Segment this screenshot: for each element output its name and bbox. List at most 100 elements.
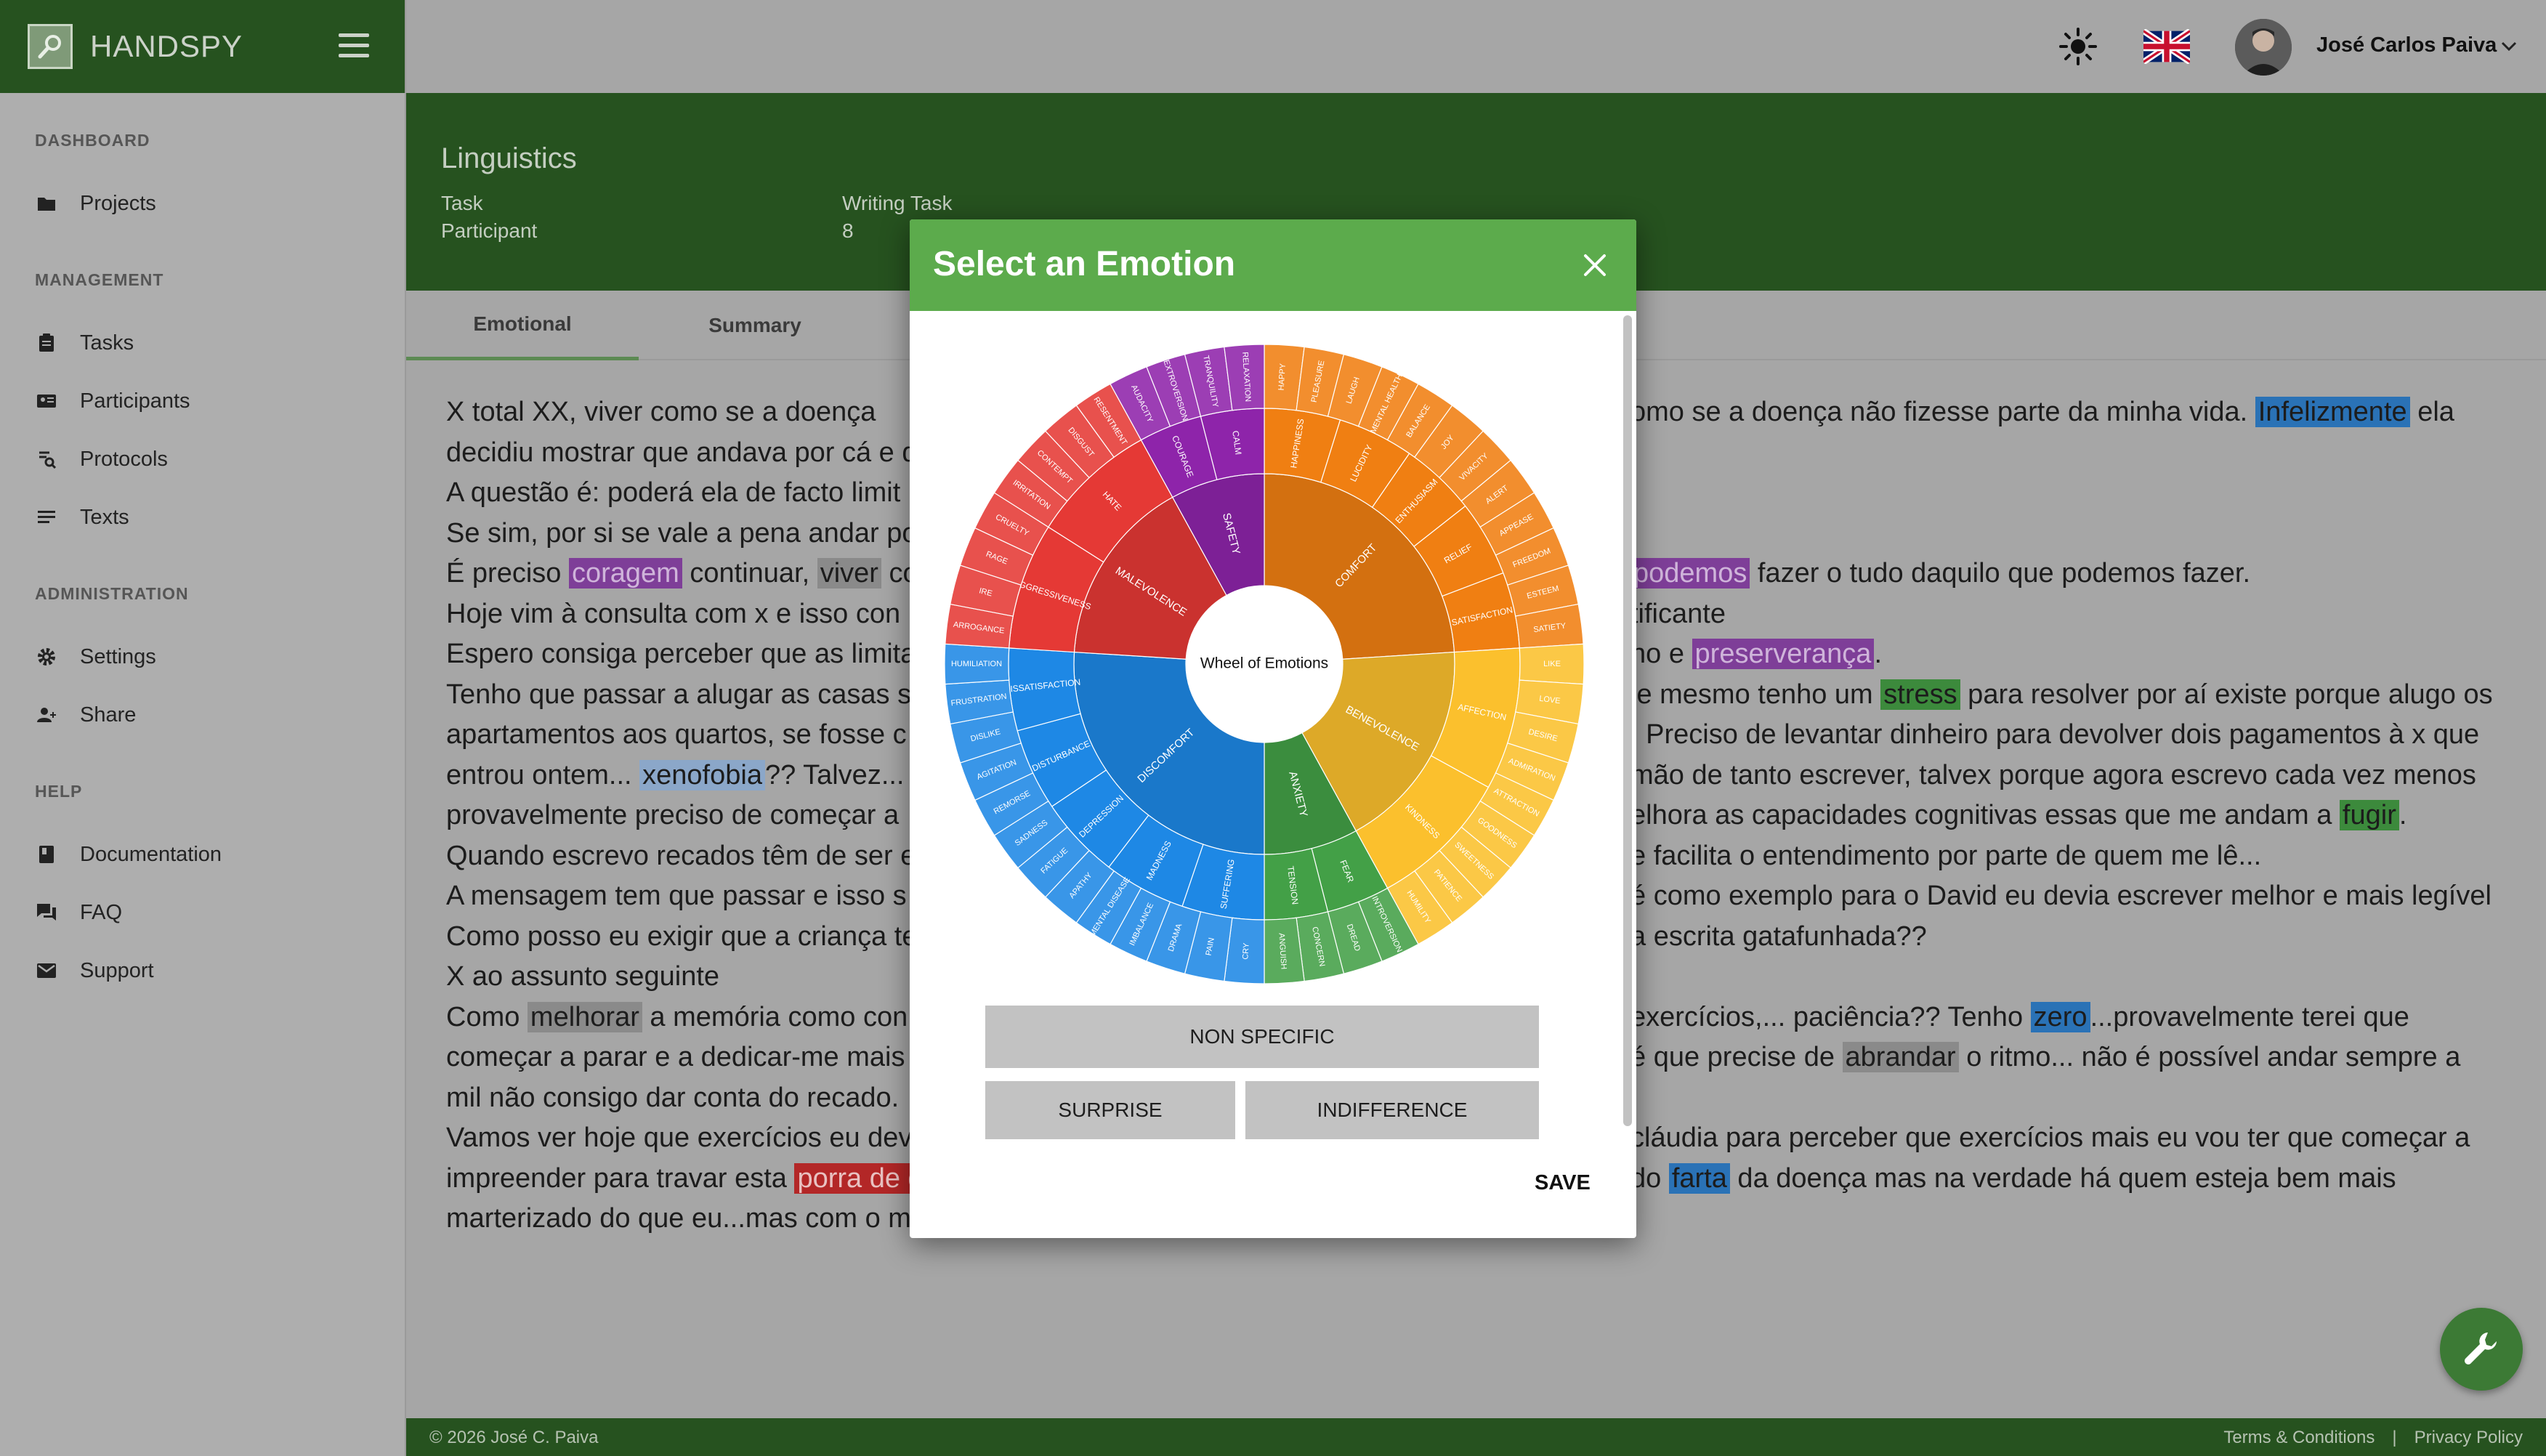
text-line[interactable]: Se sim, por si se vale a pena andar po: [446, 514, 918, 554]
text-segment: entrou ontem...: [446, 759, 640, 790]
protocol-icon: [35, 448, 58, 471]
text-line[interactable]: mil não consigo dar conta do recado.: [446, 1078, 899, 1119]
wheel-outer-segment[interactable]: LIKE: [1519, 643, 1585, 685]
sidebar-item-documentation[interactable]: Documentation: [35, 833, 384, 876]
tab-summary[interactable]: Summary: [639, 291, 871, 360]
emotion-highlight[interactable]: melhorar: [527, 1001, 642, 1032]
close-icon[interactable]: [1583, 253, 1607, 278]
text-line[interactable]: apartamentos aos quartos, se fosse c: [446, 715, 907, 756]
text-line-continued[interactable]: tificante: [1630, 594, 1726, 635]
sidebar-item-protocols[interactable]: Protocols: [35, 437, 384, 481]
text-segment: ?? Talvez...: [764, 759, 905, 790]
sidebar-item-participants[interactable]: Participants: [35, 379, 384, 423]
text-line-continued[interactable]: cláudia para perceber que exercícios mai…: [1630, 1118, 2470, 1159]
text-line[interactable]: entrou ontem... xenofobia?? Talvez...: [446, 756, 905, 796]
theme-toggle-sun-icon[interactable]: [2059, 28, 2097, 65]
participant-label: Participant: [441, 219, 538, 242]
text-line-continued[interactable]: elhora as capacidades cognitivas essas q…: [1630, 796, 2406, 836]
surprise-button[interactable]: SURPRISE: [985, 1081, 1235, 1139]
uk-flag-icon[interactable]: [2143, 29, 2190, 64]
text-segment: apartamentos aos quartos, se fosse c: [446, 719, 907, 750]
id-card-icon: [35, 389, 58, 413]
text-segment: impreender para travar esta: [446, 1162, 795, 1194]
text-line[interactable]: Hoje vim à consulta com x e isso con: [446, 594, 900, 635]
text-line[interactable]: Quando escrevo recados têm de ser e: [446, 836, 916, 877]
sidebar-item-texts[interactable]: Texts: [35, 496, 384, 539]
text-line[interactable]: marterizado do que eu...mas com o m: [446, 1199, 911, 1239]
text-line[interactable]: começar a parar e a dedicar-me mais: [446, 1038, 905, 1078]
footer: © 2026 José C. Paiva Terms & Conditions …: [406, 1418, 2546, 1456]
emotion-highlight[interactable]: podemos: [1630, 558, 1750, 589]
text-line-continued[interactable]: exercícios,... paciência?? Tenho zero...…: [1630, 998, 2409, 1038]
text-line-continued[interactable]: omo se a doença não fizesse parte da min…: [1630, 392, 2454, 433]
text-line[interactable]: X total XX, viver como se a doença: [446, 392, 876, 433]
avatar[interactable]: [2235, 19, 2292, 76]
menu-toggle-icon[interactable]: [339, 33, 369, 58]
tab-emotional[interactable]: Emotional: [406, 291, 639, 360]
emotion-highlight[interactable]: xenofobia: [639, 759, 765, 790]
user-name[interactable]: José Carlos Paiva: [2316, 33, 2497, 57]
emotion-highlight[interactable]: porra de d: [794, 1162, 926, 1194]
text-line[interactable]: Vamos ver hoje que exercícios eu dev: [446, 1118, 912, 1159]
text-line[interactable]: Tenho que passar a alugar as casas s: [446, 675, 911, 716]
logo[interactable]: [28, 24, 73, 69]
emotion-highlight[interactable]: coragem: [568, 558, 682, 589]
terms-link[interactable]: Terms & Conditions: [2223, 1428, 2375, 1448]
text-line[interactable]: Espero consiga perceber que as limita: [446, 634, 916, 675]
text-line[interactable]: impreender para travar esta porra de d: [446, 1159, 926, 1200]
text-line[interactable]: decidiu mostrar que andava por cá e d: [446, 433, 918, 474]
text-line-continued[interactable]: mão de tanto escrever, talvex porque ago…: [1630, 756, 2476, 796]
emotion-highlight[interactable]: farta: [1668, 1162, 1730, 1194]
text-segment: a escrita gatafunhada??: [1630, 921, 1927, 952]
text-segment: ela: [2409, 397, 2454, 427]
text-line-continued[interactable]: do farta da doença mas na verdade há que…: [1630, 1159, 2396, 1200]
save-button[interactable]: SAVE: [1535, 1171, 1591, 1195]
text-line[interactable]: provavelmente preciso de começar a: [446, 796, 899, 836]
text-line[interactable]: Como posso eu exigir que a criança te: [446, 917, 917, 958]
emotion-highlight[interactable]: zero: [2030, 1001, 2090, 1032]
sidebar-item-label: Settings: [80, 644, 156, 668]
sidebar-item-projects[interactable]: Projects: [35, 182, 384, 225]
text-line-continued[interactable]: podemos fazer o tudo daquilo que podemos…: [1630, 554, 2250, 594]
text-line[interactable]: X ao assunto seguinte: [446, 957, 719, 998]
text-line-continued[interactable]: ho e preserverança.: [1630, 634, 1882, 675]
sidebar-item-share[interactable]: Share: [35, 693, 384, 737]
sidebar-item-label: Support: [80, 958, 154, 982]
chevron-down-icon[interactable]: [2499, 39, 2518, 54]
text-segment: ...provavelmente terei que: [2090, 1001, 2409, 1032]
tools-fab-button[interactable]: [2440, 1308, 2523, 1391]
sidebar-item-support[interactable]: Support: [35, 949, 384, 992]
privacy-link[interactable]: Privacy Policy: [2414, 1428, 2523, 1448]
sidebar-item-tasks[interactable]: Tasks: [35, 321, 384, 365]
text-segment: X total XX, viver como se a doença: [446, 397, 876, 427]
emotion-highlight[interactable]: fugir: [2339, 800, 2399, 830]
indifference-button[interactable]: INDIFFERENCE: [1245, 1081, 1539, 1139]
text-segment: je mesmo tenho um: [1630, 679, 1881, 710]
emotion-highlight[interactable]: preserverança: [1692, 639, 1875, 669]
text-line-continued[interactable]: a escrita gatafunhada??: [1630, 917, 1927, 958]
sidebar-item-settings[interactable]: Settings: [35, 635, 384, 679]
emotion-highlight[interactable]: abrandar: [1842, 1042, 1959, 1072]
text-line-continued[interactable]: é como exemplo para o David eu devia esc…: [1630, 876, 2492, 917]
text-line-continued[interactable]: é que precise de abrandar o ritmo... não…: [1630, 1038, 2460, 1078]
text-line-continued[interactable]: je mesmo tenho um stress para resolver p…: [1630, 675, 2493, 716]
text-line[interactable]: É preciso coragem continuar, viver co: [446, 554, 918, 594]
text-line[interactable]: A questão é: poderá ela de facto limit: [446, 473, 900, 514]
emotion-wheel[interactable]: COMFORTHAPPINESS LUCIDITYENTHUSIASMRELIEF…: [943, 343, 1585, 985]
dialog-header: Select an Emotion: [910, 219, 1636, 311]
text-line-continued[interactable]: e facilita o entendimento por parte de q…: [1630, 836, 2261, 877]
task-value: Writing Task: [842, 192, 953, 214]
sidebar-item-faq[interactable]: FAQ: [35, 891, 384, 934]
emotion-highlight[interactable]: Infelizmente: [2255, 397, 2410, 427]
non-specific-button[interactable]: NON SPECIFIC: [985, 1006, 1539, 1068]
text-segment: Se sim, por si se vale a pena andar po: [446, 517, 918, 549]
emotion-highlight[interactable]: viver: [817, 558, 881, 589]
text-line-continued[interactable]: . Preciso de levantar dinheiro para devo…: [1630, 715, 2479, 756]
text-segment: decidiu mostrar que andava por cá e d: [446, 437, 918, 468]
wheel-outer-segment[interactable]: HUMILIATION: [944, 643, 1010, 685]
text-line[interactable]: A mensagem tem que passar e isso s: [446, 876, 907, 917]
text-segment: A mensagem tem que passar e isso s: [446, 881, 907, 911]
dialog-scrollbar[interactable]: [1623, 315, 1632, 1126]
emotion-highlight[interactable]: stress: [1880, 679, 1960, 710]
text-line[interactable]: Como melhorar a memória como con: [446, 998, 908, 1038]
